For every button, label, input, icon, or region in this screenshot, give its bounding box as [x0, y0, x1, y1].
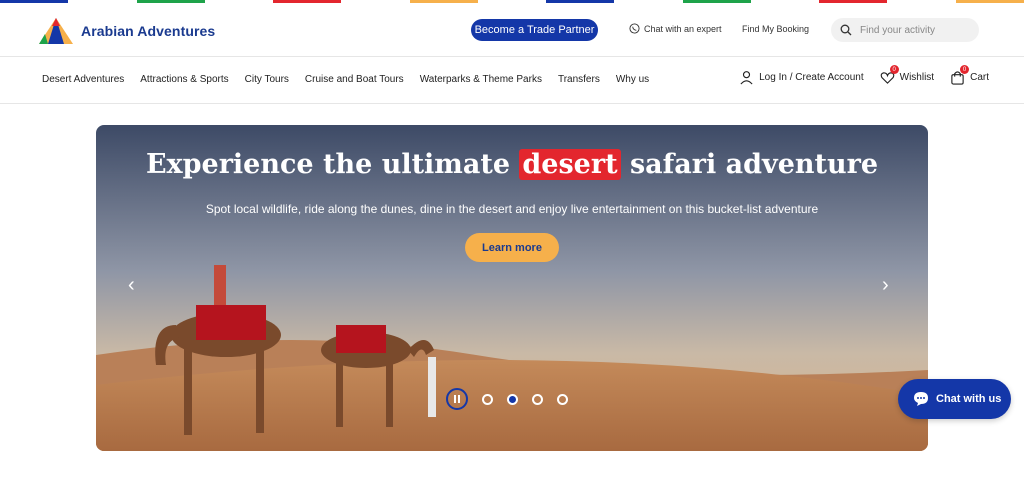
wishlist-count-badge: 0 — [889, 65, 899, 74]
nav-item-city-tours[interactable]: City Tours — [245, 74, 289, 85]
hero-carousel: Experience the ultimate desert safari ad… — [96, 125, 928, 451]
learn-more-button[interactable]: Learn more — [465, 233, 559, 262]
nav-item-why-us[interactable]: Why us — [616, 74, 649, 85]
user-icon — [740, 71, 753, 85]
search-bar[interactable] — [831, 18, 979, 42]
whatsapp-icon — [629, 23, 640, 34]
hero-title-highlight: desert — [519, 149, 621, 180]
cart-count-badge: 0 — [960, 65, 970, 74]
search-icon — [840, 24, 852, 36]
nav-menu: Desert Adventures Attractions & Sports C… — [42, 74, 649, 85]
chat-with-expert-link[interactable]: Chat with an expert — [629, 23, 722, 34]
carousel-indicators — [446, 388, 568, 410]
main-nav: Desert Adventures Attractions & Sports C… — [0, 58, 1024, 104]
pause-icon-bar — [454, 395, 456, 403]
site-logo[interactable]: Arabian Adventures — [37, 16, 215, 46]
chat-with-us-label: Chat with us — [936, 393, 1002, 405]
carousel-dot[interactable] — [557, 393, 568, 405]
search-input[interactable] — [860, 24, 970, 36]
carousel-dot[interactable] — [482, 393, 493, 405]
chat-bubble-icon — [914, 392, 928, 406]
nav-item-cruise-boat-tours[interactable]: Cruise and Boat Tours — [305, 74, 404, 85]
carousel-dot[interactable] — [507, 393, 518, 405]
hero-title-pre: Experience the ultimate — [145, 149, 520, 180]
carousel-dot[interactable] — [532, 393, 543, 405]
nav-item-transfers[interactable]: Transfers — [558, 74, 600, 85]
wishlist-label: Wishlist — [899, 72, 935, 83]
hero-title-post: safari adventure — [620, 149, 879, 180]
wishlist-link[interactable]: 0 Wishlist — [880, 65, 935, 85]
become-trade-partner-button[interactable]: Become a Trade Partner — [471, 19, 598, 41]
login-link[interactable]: Log In / Create Account — [739, 70, 864, 85]
chat-with-us-button[interactable]: Chat with us — [898, 379, 1011, 419]
login-label: Log In / Create Account — [759, 72, 864, 83]
cart-label: Cart — [970, 72, 989, 83]
nav-item-attractions-sports[interactable]: Attractions & Sports — [140, 74, 228, 85]
cart-link[interactable]: 0 Cart — [950, 65, 989, 85]
logo-icon — [39, 18, 73, 44]
top-header: Arabian Adventures Become a Trade Partne… — [0, 3, 1024, 57]
nav-item-desert-adventures[interactable]: Desert Adventures — [42, 74, 124, 85]
carousel-next-arrow[interactable]: › — [882, 275, 889, 295]
chat-with-expert-label: Chat with an expert — [644, 23, 722, 34]
find-my-booking-link[interactable]: Find My Booking — [742, 24, 809, 34]
hero-title: Experience the ultimate desert safari ad… — [96, 149, 928, 180]
pause-icon-bar — [458, 395, 460, 403]
carousel-pause-button[interactable] — [446, 388, 468, 410]
hero-subtitle: Spot local wildlife, ride along the dune… — [205, 202, 819, 216]
nav-item-waterparks-theme-parks[interactable]: Waterparks & Theme Parks — [420, 74, 542, 85]
account-nav: Log In / Create Account 0 Wishlist 0 Car… — [739, 65, 989, 85]
carousel-prev-arrow[interactable]: ‹ — [128, 275, 135, 295]
logo-text: Arabian Adventures — [81, 23, 216, 39]
